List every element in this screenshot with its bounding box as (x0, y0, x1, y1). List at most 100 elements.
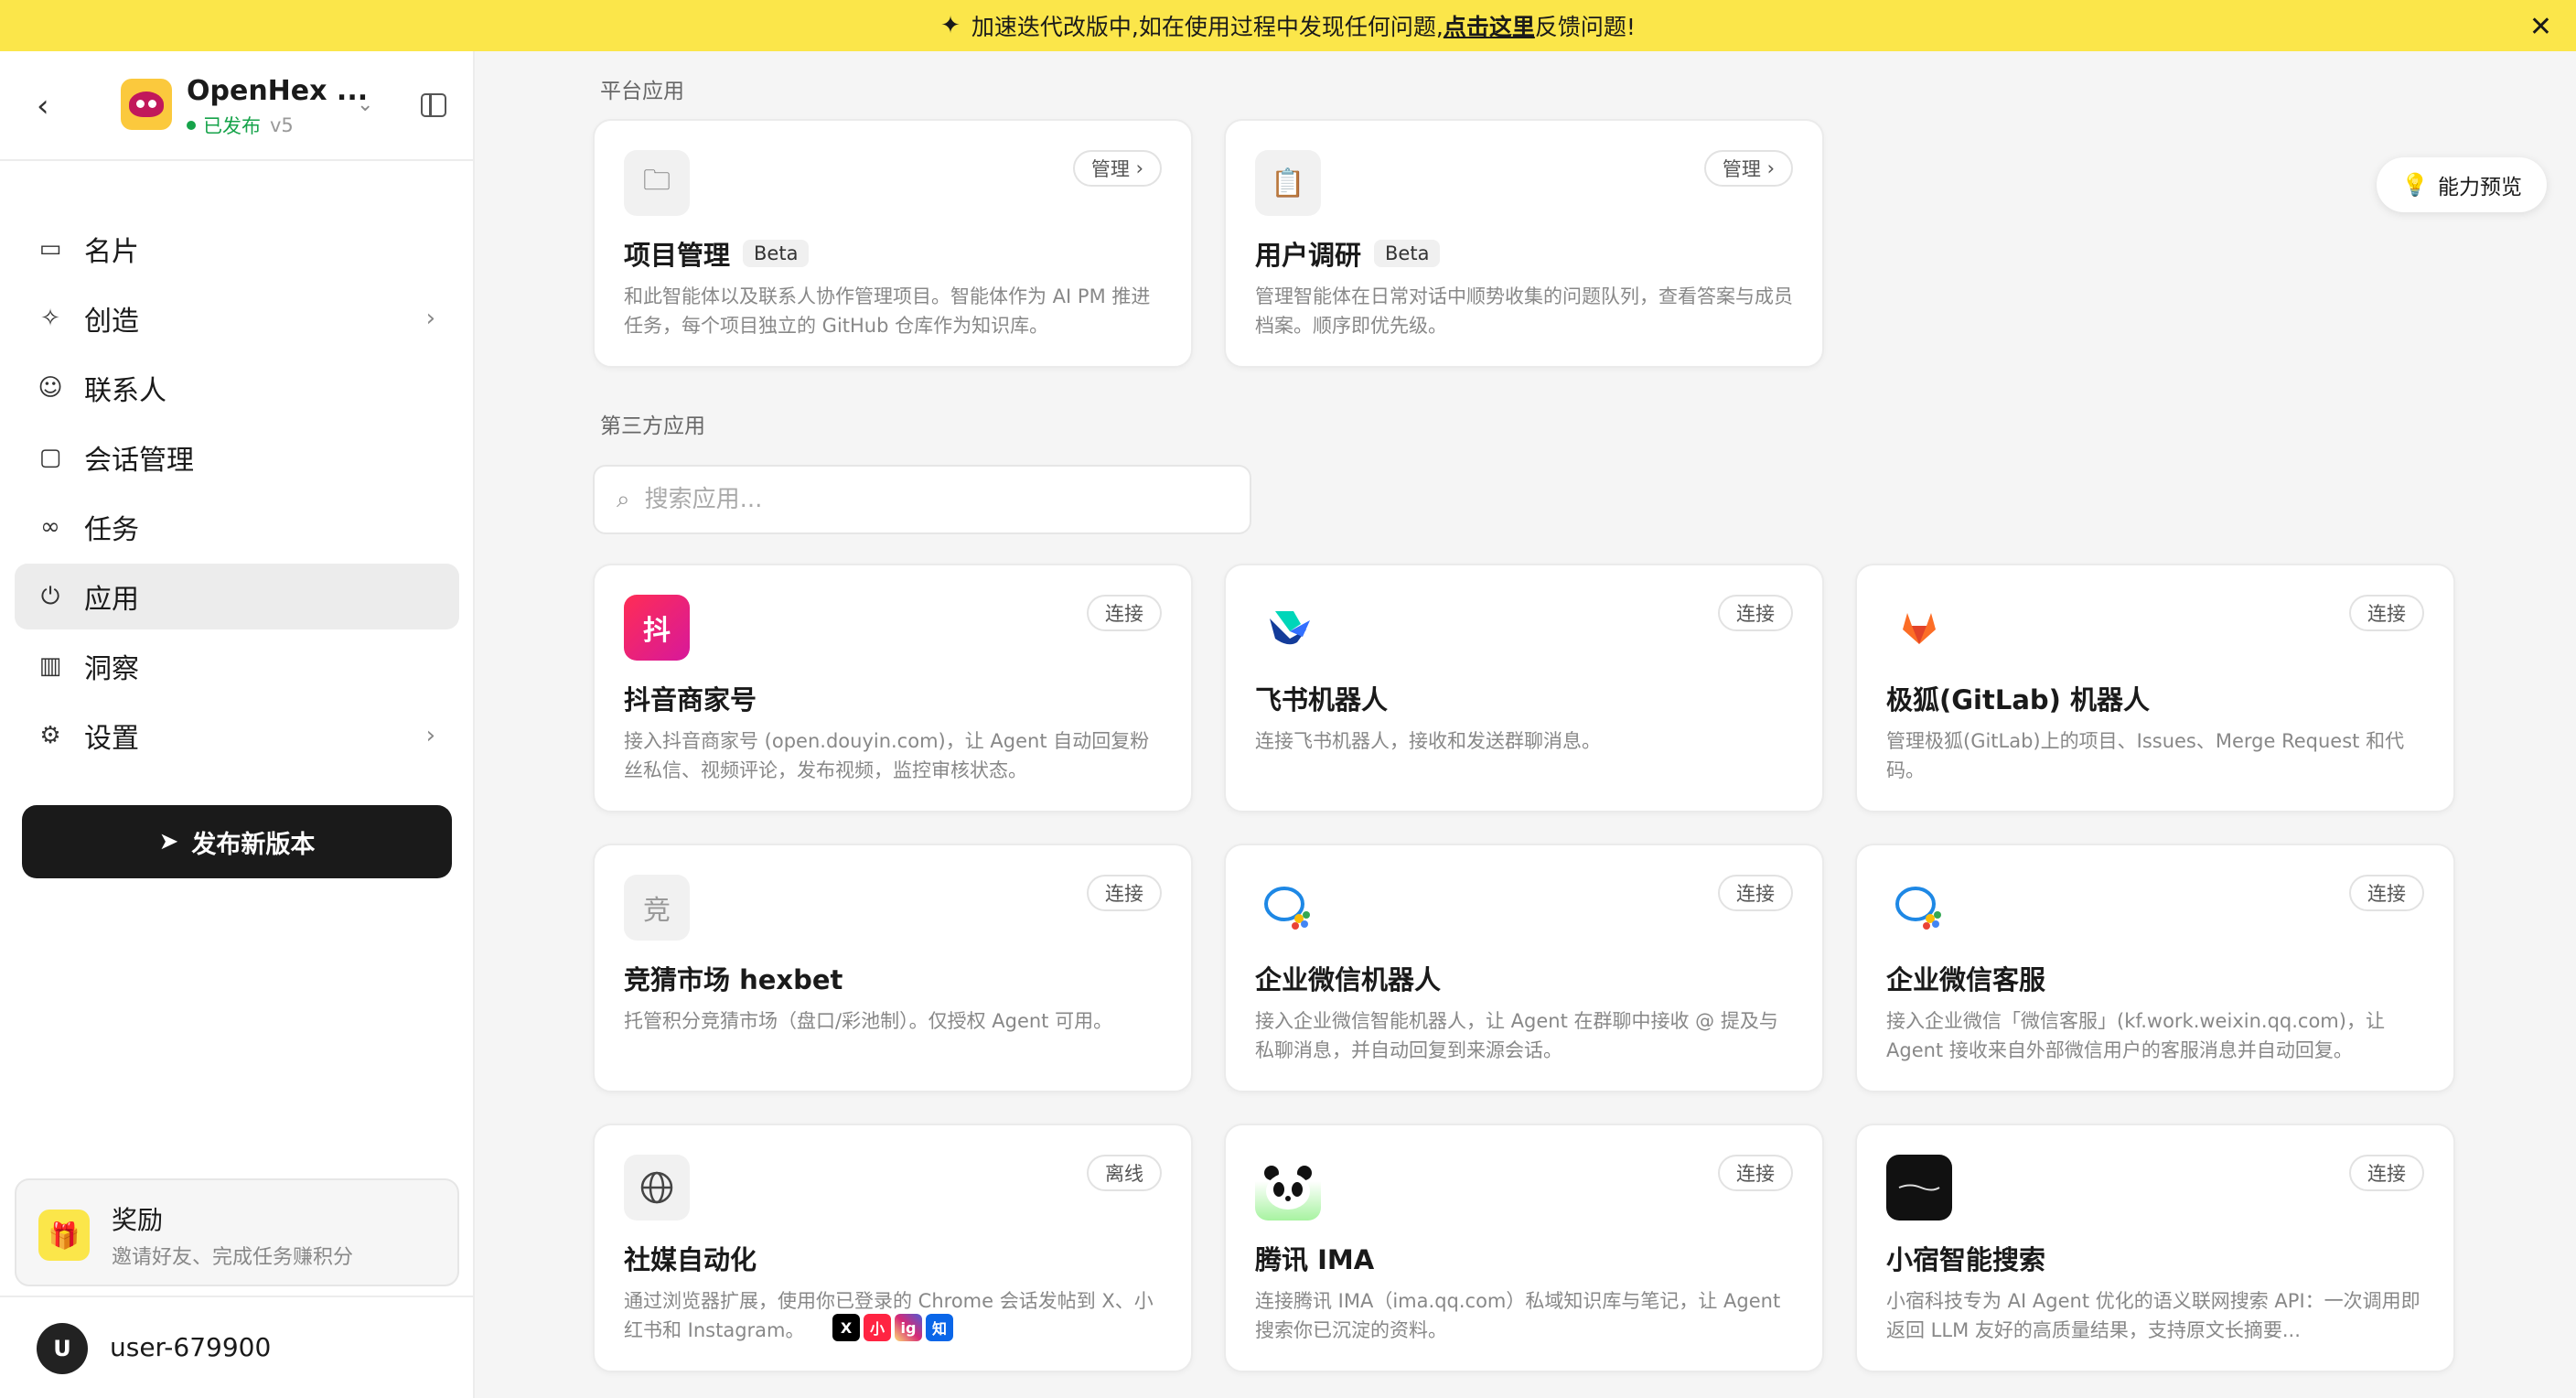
sidebar-item-tasks[interactable]: ∞ 任务 (15, 494, 459, 560)
app-title: 项目管理 Beta (624, 234, 810, 273)
connect-button[interactable]: 连接 (2349, 875, 2424, 911)
sidebar-item-label: 创造 (84, 306, 139, 338)
banner-text-after: 反馈问题! (1534, 14, 1636, 40)
sidebar: ‹ OpenHex ... 已发布 v5 ⌄ ▭ 名片 ✧ 创造 › ☺ 联系人 ▢ 会话… (0, 51, 475, 1398)
offline-button[interactable]: 离线 (1087, 1155, 1162, 1191)
app-title: 飞书机器人 (1255, 684, 1389, 715)
app-description: 管理极狐(GitLab)上的项目、Issues、Merge Request 和代… (1886, 730, 2405, 781)
globe-icon (624, 1155, 690, 1221)
agent-avatar (121, 79, 172, 130)
app-description: 托管积分竞猜市场（盘口/彩池制）。仅授权 Agent 可用。 (624, 1010, 1113, 1032)
back-arrow-icon[interactable]: ‹ (37, 88, 49, 124)
clipboard-icon: 📋 (1255, 150, 1321, 216)
send-icon: ➤ (158, 828, 179, 855)
sidebar-item-insights[interactable]: ▥ 洞察 (15, 633, 459, 699)
capability-preview-button[interactable]: 💡 能力预览 (2377, 157, 2547, 212)
sidebar-item-label: 洞察 (84, 653, 139, 685)
connect-button[interactable]: 连接 (2349, 595, 2424, 631)
agent-header: ‹ OpenHex ... 已发布 v5 ⌄ (0, 51, 473, 161)
agent-name[interactable]: OpenHex ... (187, 75, 368, 107)
sidebar-nav: ▭ 名片 ✧ 创造 › ☺ 联系人 ▢ 会话管理 ∞ 任务 ⏻ 应用 ▥ 洞察 ⚙ 设置 › (15, 216, 459, 772)
social-platform-badges: X 小 ig 知 (832, 1314, 953, 1341)
task-icon: ∞ (40, 513, 60, 541)
app-card-hexbet[interactable]: 竞 连接 竞猜市场 hexbet 托管积分竞猜市场（盘口/彩池制）。仅授权 Ag… (593, 844, 1193, 1092)
publish-button[interactable]: ➤ 发布新版本 (22, 805, 452, 878)
wecom-kf-icon (1886, 875, 1952, 941)
feishu-icon (1255, 595, 1321, 661)
app-title: 腾讯 IMA (1255, 1244, 1375, 1275)
app-title: 社媒自动化 (624, 1244, 757, 1275)
publish-label: 发布新版本 (191, 830, 316, 859)
app-title: 用户调研 Beta (1255, 234, 1441, 273)
manage-button[interactable]: 管理 › (1072, 150, 1162, 187)
search-input[interactable] (644, 486, 1194, 513)
app-description: 管理智能体在日常对话中顺势收集的问题队列，查看答案与成员档案。顺序即优先级。 (1255, 285, 1793, 337)
app-title: 竞猜市场 hexbet (624, 964, 843, 995)
beta-badge: Beta (1374, 240, 1441, 267)
connect-button[interactable]: 连接 (1718, 1155, 1793, 1191)
bar-chart-icon: ▥ (38, 652, 62, 680)
sidebar-item-label: 任务 (84, 514, 139, 546)
folder-icon: 🗀 (624, 150, 690, 216)
chevron-right-icon: › (425, 722, 435, 749)
sidebar-item-label: 会话管理 (84, 445, 194, 477)
sidebar-item-label: 应用 (84, 584, 139, 616)
sidebar-toggle-icon[interactable] (421, 93, 446, 117)
x-icon: X (832, 1314, 860, 1341)
reward-title: 奖励 (112, 1205, 164, 1235)
app-description: 和此智能体以及联系人协作管理项目。智能体作为 AI PM 推进任务，每个项目独立… (624, 285, 1151, 337)
sidebar-item-card[interactable]: ▭ 名片 (15, 216, 459, 282)
app-description: 接入企业微信「微信客服」(kf.work.weixin.qq.com)，让 Ag… (1886, 1010, 2385, 1061)
sidebar-item-settings[interactable]: ⚙ 设置 › (15, 703, 459, 769)
chevron-down-icon[interactable]: ⌄ (357, 93, 373, 116)
connect-button[interactable]: 连接 (1087, 595, 1162, 631)
publish-status: 已发布 v5 (187, 112, 294, 139)
announcement-banner: ✦ 加速迭代改版中,如在使用过程中发现任何问题, 点击这里 反馈问题! ✕ (0, 0, 2576, 51)
connect-button[interactable]: 连接 (1087, 875, 1162, 911)
avatar: U (37, 1323, 88, 1374)
app-card-gitlab[interactable]: 连接 极狐(GitLab) 机器人 管理极狐(GitLab)上的项目、Issue… (1855, 564, 2455, 812)
search-icon: ⌕ (617, 485, 630, 513)
banner-feedback-link[interactable]: 点击这里 (1444, 9, 1535, 42)
app-description: 小宿科技专为 AI Agent 优化的语义联网搜索 API：一次调用即返回 LL… (1886, 1290, 2420, 1341)
douyin-icon: 抖 (624, 595, 690, 661)
connect-button[interactable]: 连接 (2349, 1155, 2424, 1191)
zhihu-icon: 知 (926, 1314, 953, 1341)
app-card-wecom-bot[interactable]: 连接 企业微信机器人 接入企业微信智能机器人，让 Agent 在群聊中接收 @ … (1224, 844, 1824, 1092)
app-card-feishu[interactable]: 连接 飞书机器人 连接飞书机器人，接收和发送群聊消息。 (1224, 564, 1824, 812)
user-profile[interactable]: U user-679900 (0, 1296, 475, 1398)
status-dot-icon (187, 121, 196, 130)
beta-badge: Beta (743, 240, 810, 267)
app-card-project-management[interactable]: 🗀 管理 › 项目管理 Beta 和此智能体以及联系人协作管理项目。智能体作为 A… (593, 119, 1193, 368)
app-description: 连接腾讯 IMA（ima.qq.com）私域知识库与笔记，让 Agent 搜索你… (1255, 1290, 1781, 1341)
sidebar-item-contacts[interactable]: ☺ 联系人 (15, 355, 459, 421)
status-label: 已发布 (203, 115, 261, 137)
app-title: 企业微信机器人 (1255, 964, 1442, 995)
close-icon[interactable]: ✕ (2529, 11, 2552, 43)
app-card-tencent-ima[interactable]: 连接 腾讯 IMA 连接腾讯 IMA（ima.qq.com）私域知识库与笔记，让… (1224, 1124, 1824, 1372)
connect-button[interactable]: 连接 (1718, 875, 1793, 911)
reward-card[interactable]: 🎁 奖励 邀请好友、完成任务赚积分 (15, 1178, 459, 1286)
user-name: user-679900 (110, 1332, 272, 1362)
sidebar-item-apps[interactable]: ⏻ 应用 (15, 564, 459, 629)
app-title: 极狐(GitLab) 机器人 (1886, 684, 2151, 715)
xiaosu-icon (1886, 1155, 1952, 1221)
instagram-icon: ig (895, 1314, 922, 1341)
wecom-icon (1255, 875, 1321, 941)
banner-text: 加速迭代改版中,如在使用过程中发现任何问题, (971, 14, 1444, 40)
gear-icon: ⚙ (39, 722, 61, 749)
gitlab-icon (1886, 595, 1952, 661)
manage-button[interactable]: 管理 › (1703, 150, 1793, 187)
chevron-right-icon: › (425, 305, 435, 332)
app-card-douyin[interactable]: 抖 连接 抖音商家号 接入抖音商家号 (open.douyin.com)，让 A… (593, 564, 1193, 812)
app-card-user-research[interactable]: 📋 管理 › 用户调研 Beta 管理智能体在日常对话中顺势收集的问题队列，查看答… (1224, 119, 1824, 368)
app-card-wecom-kf[interactable]: 连接 企业微信客服 接入企业微信「微信客服」(kf.work.weixin.qq… (1855, 844, 2455, 1092)
connect-button[interactable]: 连接 (1718, 595, 1793, 631)
app-title: 小宿智能搜索 (1886, 1244, 2046, 1275)
plug-icon: ⏻ (40, 582, 60, 610)
sidebar-item-create[interactable]: ✧ 创造 › (15, 285, 459, 351)
panda-icon (1255, 1155, 1321, 1221)
sidebar-item-sessions[interactable]: ▢ 会话管理 (15, 425, 459, 490)
sparkle-icon: ✦ (940, 12, 961, 39)
app-card-xiaosu-search[interactable]: 连接 小宿智能搜索 小宿科技专为 AI Agent 优化的语义联网搜索 API：… (1855, 1124, 2455, 1372)
